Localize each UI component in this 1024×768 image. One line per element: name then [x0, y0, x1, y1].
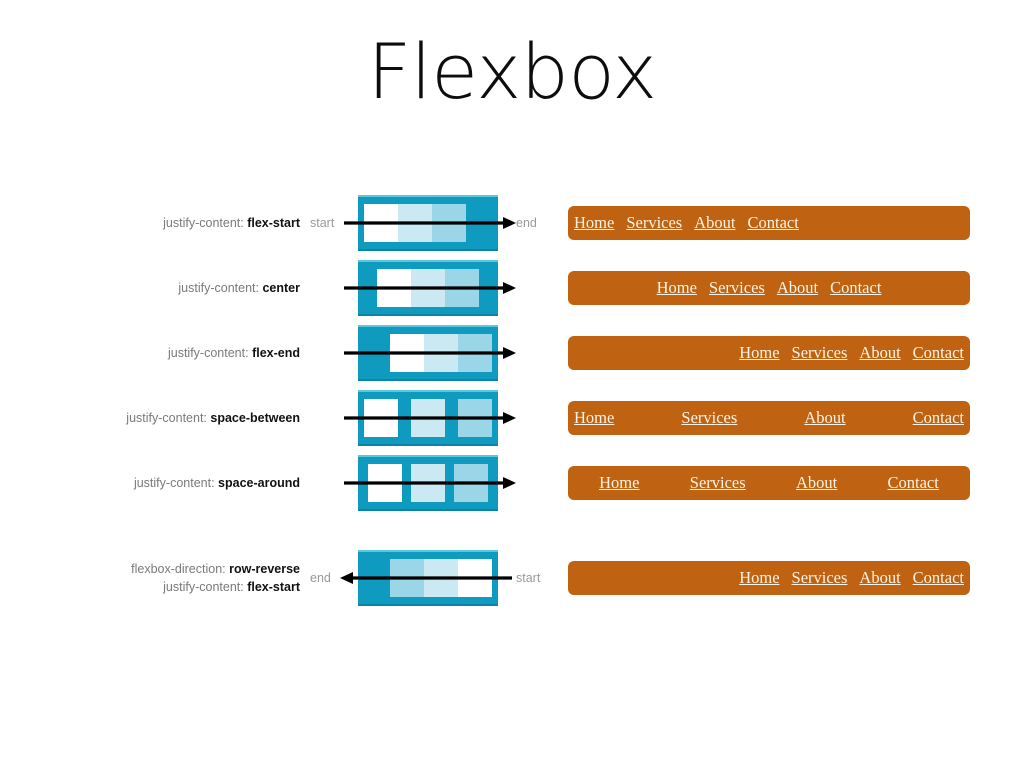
nav-link-services[interactable]: Services	[792, 343, 848, 363]
nav-link-services[interactable]: Services	[626, 213, 682, 233]
flex-track	[364, 398, 492, 437]
nav-link-contact[interactable]: Contact	[913, 343, 964, 363]
css-property-name: flexbox-direction:	[131, 561, 226, 576]
css-property-value: center	[262, 280, 300, 295]
nav-link-contact[interactable]: Contact	[888, 473, 939, 493]
flex-track	[364, 268, 492, 307]
nav-link-home[interactable]: Home	[657, 278, 697, 298]
flex-item	[458, 398, 492, 437]
css-property-name: justify-content:	[178, 280, 259, 295]
nav-bar-demo: Home Services About Contact	[568, 335, 970, 370]
flex-item	[368, 463, 403, 502]
flexbox-row: justify-content: flex-start start end Home S…	[0, 190, 1024, 255]
css-property-value: flex-start	[247, 579, 300, 594]
flex-container-diagram	[358, 324, 498, 381]
css-property-name: justify-content:	[167, 345, 249, 360]
css-property-name: justify-content:	[126, 410, 207, 425]
flex-item	[390, 558, 424, 597]
nav-bar-demo: Home Services About Contact	[568, 205, 970, 240]
row-label-line: justify-content: space-between	[60, 408, 300, 426]
axis-end-caption: start	[516, 570, 541, 585]
flex-container-diagram	[358, 259, 498, 316]
flex-item	[411, 268, 445, 307]
page-title: Flexbox	[367, 27, 657, 116]
nav-link-home[interactable]: Home	[599, 473, 639, 493]
flex-track	[364, 333, 492, 372]
nav-bar-demo: Home Services About Contact	[568, 400, 970, 435]
nav-bar-demo: Home Services About Contact	[568, 270, 970, 305]
flex-item	[364, 203, 398, 242]
css-property-name: justify-content:	[163, 579, 244, 594]
row-label: justify-content: flex-end	[60, 343, 300, 361]
flex-item	[432, 203, 466, 242]
nav-link-about[interactable]: About	[777, 278, 818, 298]
flex-item	[411, 398, 445, 437]
nav-link-home[interactable]: Home	[739, 343, 779, 363]
nav-link-contact[interactable]: Contact	[913, 408, 964, 428]
flex-item	[390, 333, 424, 372]
axis-start-caption: start	[310, 215, 335, 230]
nav-link-services[interactable]: Services	[792, 568, 848, 588]
flex-item	[458, 558, 492, 597]
row-label-line: justify-content: center	[60, 278, 300, 296]
flex-item	[377, 268, 411, 307]
row-label-line: justify-content: flex-end	[60, 343, 300, 361]
flex-track	[364, 558, 492, 597]
row-label-line: justify-content: space-around	[60, 473, 300, 491]
nav-bar-demo: Home Services About Contact	[568, 465, 970, 500]
row-label: justify-content: space-around	[60, 473, 300, 491]
nav-link-home[interactable]: Home	[574, 408, 614, 428]
flexbox-row: justify-content: center Home Services About…	[0, 255, 1024, 320]
row-label: justify-content: space-between	[60, 408, 300, 426]
css-property-name: justify-content:	[163, 215, 244, 230]
nav-link-home[interactable]: Home	[574, 213, 614, 233]
row-label: justify-content: flex-start	[60, 213, 300, 231]
css-property-value: row-reverse	[229, 561, 300, 576]
nav-link-services[interactable]: Services	[690, 473, 746, 493]
nav-link-about[interactable]: About	[859, 343, 900, 363]
css-property-value: flex-end	[252, 345, 300, 360]
nav-link-home[interactable]: Home	[739, 568, 779, 588]
axis-end-caption: end	[516, 215, 537, 230]
flex-item	[424, 558, 458, 597]
flex-item	[410, 463, 445, 502]
nav-link-contact[interactable]: Contact	[913, 568, 964, 588]
flex-item	[445, 268, 479, 307]
row-label-line: flexbox-direction: row-reverse	[60, 559, 300, 577]
flex-item	[458, 333, 492, 372]
flexbox-row: justify-content: space-around Home Service…	[0, 450, 1024, 515]
flex-container-diagram	[358, 194, 498, 251]
flexbox-row: justify-content: space-between Home Servic…	[0, 385, 1024, 450]
flex-container-diagram	[358, 454, 498, 511]
flexbox-rows-container: justify-content: flex-start start end Home S…	[0, 190, 1024, 610]
nav-bar-demo: Home Services About Contact	[568, 560, 970, 595]
nav-link-services[interactable]: Services	[681, 408, 737, 428]
flex-item	[453, 463, 488, 502]
flex-container-diagram	[358, 389, 498, 446]
row-label-line: justify-content: flex-start	[60, 213, 300, 231]
row-label: flexbox-direction: row-reverse justify-co…	[60, 559, 300, 595]
nav-link-about[interactable]: About	[859, 568, 900, 588]
css-property-value: space-around	[218, 475, 300, 490]
flex-item	[424, 333, 458, 372]
flex-item	[398, 203, 432, 242]
flex-track	[364, 463, 492, 502]
flexbox-row: justify-content: flex-end Home Services Abo…	[0, 320, 1024, 385]
row-label: justify-content: center	[60, 278, 300, 296]
flex-track	[364, 203, 492, 242]
nav-link-contact[interactable]: Contact	[830, 278, 881, 298]
axis-start-caption: end	[310, 570, 331, 585]
css-property-value: space-between	[210, 410, 300, 425]
nav-link-contact[interactable]: Contact	[747, 213, 798, 233]
flex-container-diagram	[358, 549, 498, 606]
flexbox-row: flexbox-direction: row-reverse justify-co…	[0, 545, 1024, 610]
flex-item	[364, 398, 398, 437]
nav-link-about[interactable]: About	[796, 473, 837, 493]
nav-link-about[interactable]: About	[804, 408, 845, 428]
css-property-name: justify-content:	[133, 475, 215, 490]
row-label-line: justify-content: flex-start	[60, 578, 300, 596]
nav-link-about[interactable]: About	[694, 213, 735, 233]
nav-link-services[interactable]: Services	[709, 278, 765, 298]
css-property-value: flex-start	[247, 215, 300, 230]
